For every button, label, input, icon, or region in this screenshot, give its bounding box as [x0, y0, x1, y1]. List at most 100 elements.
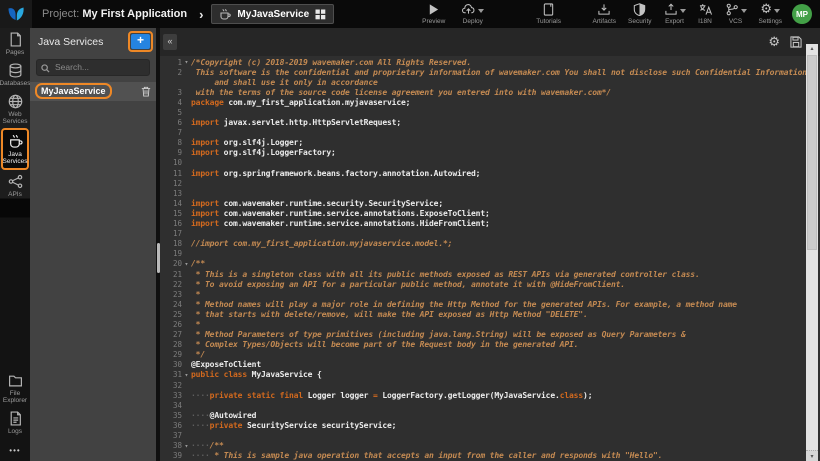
- code-row: 31▾public class MyJavaService {: [160, 370, 820, 380]
- code-line-text: ····private static final Logger logger =…: [191, 391, 592, 400]
- code-line-text: package com.my_first_application.myjavas…: [191, 98, 410, 107]
- code-row: 13: [160, 188, 820, 198]
- chevron-down-icon: [774, 9, 780, 13]
- logs-icon: [8, 411, 23, 426]
- code-editor: « ⚙ 1▾/*Copyright (c) 2018-2019 wavemake…: [160, 28, 820, 461]
- sidebar-item-file-explorer[interactable]: File Explorer: [1, 369, 29, 407]
- coffee-icon: [219, 8, 231, 20]
- wavemaker-logo[interactable]: [0, 0, 32, 28]
- code-line-text: import com.wavemaker.runtime.security.Se…: [191, 199, 443, 208]
- code-line-text: ····private SecurityService securityServ…: [191, 421, 396, 430]
- fold-arrow-icon[interactable]: ▾: [182, 371, 191, 379]
- tab-myjavaservice[interactable]: MyJavaService: [211, 4, 334, 24]
- code-row: 9import org.slf4j.LoggerFactory;: [160, 148, 820, 158]
- line-number: 7: [160, 128, 182, 137]
- line-number: 11: [160, 169, 182, 178]
- line-number: 18: [160, 239, 182, 248]
- line-number: 27: [160, 330, 182, 339]
- code-row: 6import javax.servlet.http.HttpServletRe…: [160, 118, 820, 128]
- code-line-text: /*Copyright (c) 2018-2019 wavemaker.com …: [191, 58, 471, 67]
- code-line-text: ····/**: [191, 441, 224, 450]
- grid-icon[interactable]: [315, 9, 326, 20]
- project-name[interactable]: My First Application: [82, 8, 187, 20]
- line-number: 5: [160, 108, 182, 117]
- line-number: 28: [160, 340, 182, 349]
- i18n-button[interactable]: I18N: [698, 0, 713, 25]
- code-area[interactable]: 1▾/*Copyright (c) 2018-2019 wavemaker.co…: [160, 56, 820, 461]
- code-row: 1▾/*Copyright (c) 2018-2019 wavemaker.co…: [160, 57, 820, 67]
- line-number: 38: [160, 441, 182, 450]
- code-line-text: import javax.servlet.http.HttpServletReq…: [191, 118, 401, 127]
- code-row: 28 * Complex Types/Objects will become p…: [160, 340, 820, 350]
- delete-service-icon[interactable]: [141, 86, 151, 97]
- code-line-text: //import com.my_first_application.myjava…: [191, 239, 452, 248]
- preview-button[interactable]: Preview: [422, 0, 445, 25]
- collapse-panel-button[interactable]: «: [163, 34, 177, 50]
- sidebar-item-databases[interactable]: Databases: [1, 59, 29, 90]
- sidebar-item-java-services[interactable]: Java Services: [1, 128, 29, 170]
- line-number: 13: [160, 189, 182, 198]
- code-line-text: import com.wavemaker.runtime.service.ann…: [191, 219, 490, 228]
- scrollbar-thumb[interactable]: [807, 55, 817, 250]
- scroll-up-icon[interactable]: ▴: [806, 44, 818, 54]
- pages-icon: [8, 32, 23, 47]
- settings-button[interactable]: ⚙Settings: [759, 0, 783, 25]
- code-line-text: * Method names will play a major role in…: [191, 300, 737, 309]
- tutorials-icon: [542, 3, 555, 16]
- code-row: 7: [160, 128, 820, 138]
- editor-scrollbar[interactable]: ▴ ▾: [806, 44, 818, 461]
- code-line-text: import org.slf4j.LoggerFactory;: [191, 148, 336, 157]
- search-icon: [41, 60, 50, 78]
- code-row: 35····@Autowired: [160, 410, 820, 420]
- sidebar-item-apis[interactable]: APIs: [1, 170, 29, 201]
- security-button[interactable]: Security: [628, 0, 651, 25]
- vcs-label: VCS: [729, 18, 742, 25]
- user-avatar[interactable]: MP: [792, 4, 812, 24]
- wavemaker-ide: Project: My First Application › MyJavaSe…: [0, 0, 820, 461]
- fold-arrow-icon[interactable]: ▾: [182, 260, 191, 268]
- left-rail: Pages DatabasesWeb ServicesJava ServicesA…: [0, 28, 30, 461]
- export-button[interactable]: Export: [664, 0, 686, 25]
- code-line-text: /**: [191, 259, 205, 268]
- line-number: 33: [160, 391, 182, 400]
- scroll-down-icon[interactable]: ▾: [806, 450, 818, 461]
- code-row: 24 * Method names will play a major role…: [160, 299, 820, 309]
- editor-settings-icon[interactable]: ⚙: [768, 36, 780, 49]
- add-java-service-button[interactable]: +: [131, 34, 150, 49]
- code-row: 15import com.wavemaker.runtime.service.a…: [160, 208, 820, 218]
- sidebar-item-logs[interactable]: Logs: [1, 407, 29, 438]
- tutorials-button[interactable]: Tutorials: [536, 0, 561, 25]
- panel-title: Java Services: [38, 36, 128, 48]
- export-icon: [664, 3, 678, 16]
- sidebar-item-label: Pages: [6, 49, 24, 56]
- code-line-text: * that starts with delete/remove, will m…: [191, 310, 588, 319]
- more-options-icon[interactable]: •••: [9, 438, 20, 461]
- code-row: 34: [160, 400, 820, 410]
- code-row: 26 *: [160, 319, 820, 329]
- code-line-text: import com.wavemaker.runtime.service.ann…: [191, 209, 490, 218]
- fold-arrow-icon[interactable]: ▾: [182, 442, 191, 450]
- code-line-text: * Method Parameters of type primitives (…: [191, 330, 686, 339]
- code-row: 22 * To avoid exposing an API for a part…: [160, 279, 820, 289]
- fold-arrow-icon[interactable]: ▾: [182, 58, 191, 66]
- i18n-icon: [698, 3, 713, 16]
- security-icon: [633, 3, 646, 16]
- vcs-button[interactable]: VCS: [725, 0, 747, 25]
- deploy-button[interactable]: Deploy: [461, 0, 484, 25]
- code-line-text: ····@Autowired: [191, 411, 256, 420]
- line-number: 32: [160, 381, 182, 390]
- service-list-item[interactable]: MyJavaService: [30, 82, 156, 101]
- rail-top-items: Pages DatabasesWeb ServicesJava ServicesA…: [1, 28, 29, 201]
- topbar-left-actions: Preview Deploy: [422, 0, 484, 28]
- line-number: 21: [160, 270, 182, 279]
- sidebar-item-pages[interactable]: Pages: [1, 28, 29, 59]
- save-icon[interactable]: [790, 36, 802, 48]
- line-number: 39: [160, 451, 182, 460]
- topbar-right-actions: Artifacts Security Export I18N VCS ⚙Settings: [593, 0, 782, 28]
- code-row: 3 with the terms of the source code lice…: [160, 87, 820, 97]
- sidebar-item-web-services[interactable]: Web Services: [1, 90, 29, 128]
- chevron-right-icon: ›: [199, 7, 203, 22]
- code-line-text: public class MyJavaService {: [191, 370, 322, 379]
- search-input[interactable]: [36, 59, 150, 76]
- artifacts-button[interactable]: Artifacts: [593, 0, 616, 25]
